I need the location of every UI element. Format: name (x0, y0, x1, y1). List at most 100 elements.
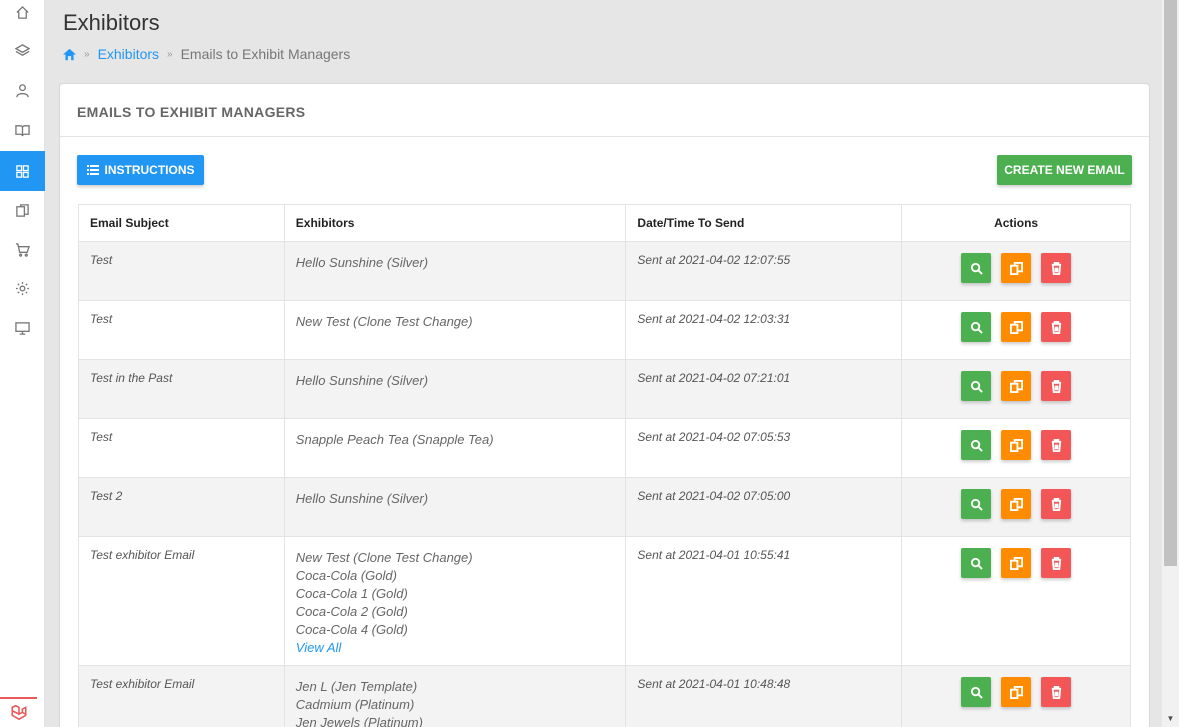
emails-card: EMAILS TO EXHIBIT MANAGERS INSTRUCTIONS … (59, 83, 1150, 727)
clone-icon (1009, 685, 1023, 699)
delete-button[interactable] (1041, 253, 1072, 283)
breadcrumb-separator: » (167, 48, 173, 60)
exhibitor-name: Jen Jewels (Platinum) (295, 715, 423, 727)
search-icon (970, 498, 983, 511)
exhibitor-name: Hello Sunshine (Silver) (295, 255, 429, 270)
instructions-label: INSTRUCTIONS (104, 163, 195, 177)
actions-cell (901, 300, 1131, 360)
sent-time-cell: Sent at 2021-04-02 12:03:31 (625, 300, 903, 360)
action-buttons (902, 677, 1130, 707)
user-icon (16, 83, 29, 97)
clone-button[interactable] (1001, 489, 1032, 519)
view-button[interactable] (961, 430, 992, 460)
gear-icon (15, 281, 30, 295)
sidebar-item-users[interactable] (0, 70, 45, 110)
column-header-date-time[interactable]: Date/Time To Send (625, 204, 903, 242)
clone-button[interactable] (1001, 312, 1032, 342)
laravel-logo-icon (10, 704, 27, 721)
exhibitor-name: New Test (Clone Test Change) (295, 314, 473, 329)
clone-button[interactable] (1001, 253, 1032, 283)
actions-cell (901, 418, 1131, 478)
column-header-exhibitors[interactable]: Exhibitors (283, 204, 627, 242)
clone-icon (1009, 556, 1023, 570)
search-icon (970, 262, 983, 275)
sent-time-cell: Sent at 2021-04-02 07:05:53 (625, 418, 903, 478)
search-icon (970, 557, 983, 570)
copy-icon (16, 203, 29, 217)
table-row: Test exhibitor Email Jen L (Jen Template)… (78, 665, 1131, 727)
view-button[interactable] (961, 253, 992, 283)
exhibitors-cell: Jen L (Jen Template) Cadmium (Platinum) Je… (283, 665, 627, 727)
page-scrollbar[interactable]: ▼ (1162, 0, 1179, 727)
exhibitor-name: Jen L (Jen Template) (295, 679, 418, 694)
trash-icon (1051, 497, 1061, 511)
sidebar-item-cart[interactable] (0, 229, 45, 269)
home-icon (16, 5, 29, 19)
delete-button[interactable] (1041, 371, 1072, 401)
table-row: Test Snapple Peach Tea (Snapple Tea) Sent … (78, 418, 1131, 478)
sidebar-item-home[interactable] (0, 0, 45, 32)
grid-icon (16, 164, 29, 178)
sidebar-item-book[interactable] (0, 110, 45, 150)
delete-button[interactable] (1041, 489, 1072, 519)
sidebar-item-layers[interactable] (0, 30, 45, 70)
column-header-email-subject[interactable]: Email Subject (78, 204, 285, 242)
delete-button[interactable] (1041, 677, 1072, 707)
table-row: Test in the Past Hello Sunshine (Silver) S… (78, 359, 1131, 419)
view-button[interactable] (961, 312, 992, 342)
clone-button[interactable] (1001, 548, 1032, 578)
sent-time-cell: Sent at 2021-04-01 10:55:41 (625, 536, 903, 666)
search-icon (970, 321, 983, 334)
laravel-logo[interactable] (0, 697, 37, 727)
trash-icon (1051, 320, 1061, 334)
cart-icon (15, 242, 30, 257)
sidebar-item-settings[interactable] (0, 268, 45, 308)
clone-button[interactable] (1001, 677, 1032, 707)
view-all-link[interactable]: View All (296, 639, 615, 657)
action-buttons (902, 548, 1130, 578)
exhibitor-name: New Test (Clone Test Change) (295, 550, 473, 565)
breadcrumb-current: Emails to Exhibit Managers (180, 46, 351, 62)
exhibitor-name: Coca-Cola (Gold) (295, 568, 397, 583)
page-title: Exhibitors (63, 10, 160, 35)
search-icon (970, 380, 983, 393)
email-subject-cell: Test (78, 300, 285, 360)
clone-icon (1009, 497, 1023, 511)
action-buttons (902, 430, 1130, 460)
table-row: Test exhibitor Email New Test (Clone Test… (78, 536, 1131, 666)
exhibitors-cell: Snapple Peach Tea (Snapple Tea) (283, 418, 627, 478)
clone-icon (1009, 438, 1023, 452)
view-button[interactable] (961, 548, 992, 578)
actions-cell (901, 359, 1131, 419)
column-header-actions: Actions (901, 204, 1131, 242)
view-button[interactable] (961, 371, 992, 401)
sidebar-item-documents[interactable] (0, 190, 45, 230)
delete-button[interactable] (1041, 430, 1072, 460)
view-button[interactable] (961, 677, 992, 707)
breadcrumb-home[interactable] (63, 48, 76, 61)
scrollbar-thumb[interactable] (1164, 0, 1177, 566)
sent-time-cell: Sent at 2021-04-01 10:48:48 (625, 665, 903, 727)
scroll-down-arrow-icon[interactable]: ▼ (1162, 710, 1179, 727)
delete-button[interactable] (1041, 548, 1072, 578)
create-new-email-button[interactable]: CREATE NEW EMAIL (997, 155, 1132, 185)
sidebar (0, 0, 45, 727)
email-subject-cell: Test in the Past (78, 359, 285, 419)
sidebar-item-display[interactable] (0, 308, 45, 348)
trash-icon (1051, 438, 1061, 452)
trash-icon (1051, 556, 1061, 570)
table-row: Test 2 Hello Sunshine (Silver) Sent at 202… (78, 477, 1131, 537)
breadcrumb-exhibitors-link[interactable]: Exhibitors (98, 46, 159, 62)
delete-button[interactable] (1041, 312, 1072, 342)
exhibitors-cell: Hello Sunshine (Silver) (283, 477, 627, 537)
instructions-button[interactable]: INSTRUCTIONS (77, 155, 204, 185)
email-subject-cell: Test (78, 418, 285, 478)
clone-button[interactable] (1001, 371, 1032, 401)
sent-time-cell: Sent at 2021-04-02 07:05:00 (625, 477, 903, 537)
email-subject-cell: Test (78, 241, 285, 301)
sidebar-item-exhibitors[interactable] (0, 151, 45, 191)
exhibitor-name: Hello Sunshine (Silver) (295, 491, 429, 506)
view-button[interactable] (961, 489, 992, 519)
clone-button[interactable] (1001, 430, 1032, 460)
list-icon (86, 165, 99, 175)
